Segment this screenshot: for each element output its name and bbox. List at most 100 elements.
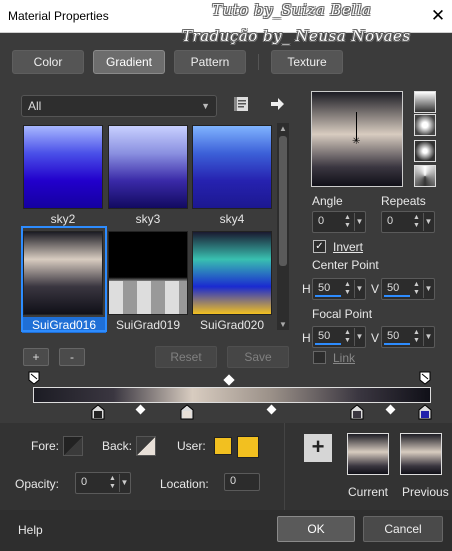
user-color-picker[interactable] [237,436,259,458]
invert-checkbox[interactable]: ✓ [313,240,326,253]
spin-arrows-icon[interactable]: ▲ ▼ [413,281,422,297]
chevron-down-icon[interactable]: ▼ [354,280,364,298]
scroll-down-icon[interactable]: ▼ [279,320,287,329]
chevron-down-icon[interactable]: ▼ [354,213,364,231]
color-midpoint-icon[interactable] [266,404,277,415]
tab-texture[interactable]: Texture [271,50,343,74]
gradient-swatch-label: sky3 [135,212,161,226]
focal-h-slider[interactable] [315,343,341,345]
add-gradient-button[interactable]: + [23,348,49,366]
location-label: Location: [160,477,209,491]
chevron-down-icon[interactable]: ▼ [423,328,433,346]
fore-label: Fore: [31,439,60,453]
gradient-preview[interactable]: ✳ [311,91,403,187]
chevron-down-icon[interactable]: ▼ [119,474,129,492]
spin-arrows-icon[interactable]: ▲ ▼ [344,281,353,297]
center-h-label: H [302,282,311,296]
opacity-label: Opacity: [15,477,60,491]
radial-style-button[interactable] [414,140,436,162]
center-v-label: V [371,282,380,296]
tab-divider [258,54,259,70]
repeats-input[interactable]: 0 ▲ ▼ ▼ [381,211,435,233]
spin-arrows-icon[interactable]: ▲ ▼ [109,475,118,491]
color-stop-icon[interactable] [350,404,364,423]
chevron-down-icon[interactable]: ▼ [423,280,433,298]
watermark-line-2: Tradução by_ Neusa Novaes [182,27,411,45]
focal-h-label: H [302,331,311,345]
panel-divider [284,423,285,510]
previous-label: Previous [402,485,449,499]
center-v-input[interactable]: 50 ▲ ▼ ▼ [381,278,435,300]
category-value: All [28,99,42,113]
chevron-down-icon[interactable]: ▼ [423,213,433,231]
gradient-swatch-sky4[interactable] [192,125,272,209]
color-midpoint-icon[interactable] [135,404,146,415]
spin-arrows-icon[interactable]: ▲ ▼ [344,214,353,230]
watermark-line-1: Tuto by_Suiza Bella [212,1,372,19]
gradient-swatch-label: SuiGrad019 [115,318,181,332]
close-button[interactable]: ✕ [426,4,450,28]
category-dropdown[interactable]: All ▼ [21,95,217,117]
focal-v-input[interactable]: 50 ▲ ▼ ▼ [381,326,435,348]
linear-style-button[interactable] [414,91,436,113]
gradient-swatch-label: sky2 [50,212,76,226]
cancel-button[interactable]: Cancel [363,516,443,542]
color-stop-icon[interactable] [91,404,105,423]
gradient-swatch-suigrad020[interactable] [192,231,272,315]
remove-gradient-button[interactable]: - [59,348,85,366]
spin-arrows-icon[interactable]: ▲ ▼ [413,214,422,230]
save-button[interactable]: Save [227,346,289,368]
focal-v-slider[interactable] [384,343,410,345]
color-midpoint-icon[interactable] [385,404,396,415]
focal-h-input[interactable]: 50 ▲ ▼ ▼ [312,326,366,348]
angle-input[interactable]: 0 ▲ ▼ ▼ [312,211,366,233]
gradient-swatch-sky2[interactable] [23,125,103,209]
user-color-swatch[interactable] [214,437,232,455]
center-v-slider[interactable] [384,295,410,297]
center-h-slider[interactable] [315,295,341,297]
add-swatch-button[interactable]: + [304,434,332,462]
link-label: Link [333,351,356,365]
fore-color-button[interactable] [63,436,83,456]
center-handle-icon[interactable]: ✳ [352,136,360,147]
opacity-stop-icon[interactable] [28,371,40,388]
sunburst-style-button[interactable] [414,165,436,187]
gradient-swatch-label: SuiGrad020 [199,318,265,332]
selected-color-stop-icon[interactable] [418,404,432,423]
tab-pattern[interactable]: Pattern [174,50,246,74]
tab-color[interactable]: Color [12,50,84,74]
current-swatch[interactable] [347,433,389,475]
back-label: Back: [102,439,133,453]
invert-label: Invert [333,240,364,254]
folder-icon[interactable] [233,95,251,113]
tab-gradient[interactable]: Gradient [93,50,165,74]
selected-swatch-highlight [21,226,107,332]
scrollbar-thumb[interactable] [279,136,287,266]
location-input[interactable]: 0 [224,473,260,491]
link-checkbox[interactable] [313,351,326,364]
reset-button[interactable]: Reset [155,346,217,368]
gradient-swatch-sky3[interactable] [108,125,188,209]
angle-label: Angle [312,194,343,208]
previous-swatch[interactable] [400,433,442,475]
gradient-swatch-suigrad019[interactable] [108,231,188,315]
opacity-input[interactable]: 0 ▲ ▼ ▼ [75,472,131,494]
gradient-swatch-label: sky4 [219,212,245,226]
rectangular-style-button[interactable] [414,114,436,136]
ok-button[interactable]: OK [277,516,355,542]
spin-arrows-icon[interactable]: ▲ ▼ [344,329,353,345]
color-stop-icon[interactable] [180,404,194,423]
scroll-up-icon[interactable]: ▲ [279,124,287,133]
spin-arrows-icon[interactable]: ▲ ▼ [413,329,422,345]
chevron-down-icon[interactable]: ▼ [354,328,364,346]
back-color-button[interactable] [136,436,156,456]
gradient-editor-bar[interactable] [33,387,431,403]
arrow-right-icon[interactable] [268,95,286,113]
chevron-down-icon: ▼ [201,101,210,111]
opacity-stop-icon[interactable] [419,371,431,388]
opacity-midpoint-icon[interactable] [223,374,235,386]
user-label: User: [177,439,206,453]
help-link[interactable]: Help [18,523,43,537]
center-h-input[interactable]: 50 ▲ ▼ ▼ [312,278,366,300]
focal-point-label: Focal Point [312,307,373,321]
